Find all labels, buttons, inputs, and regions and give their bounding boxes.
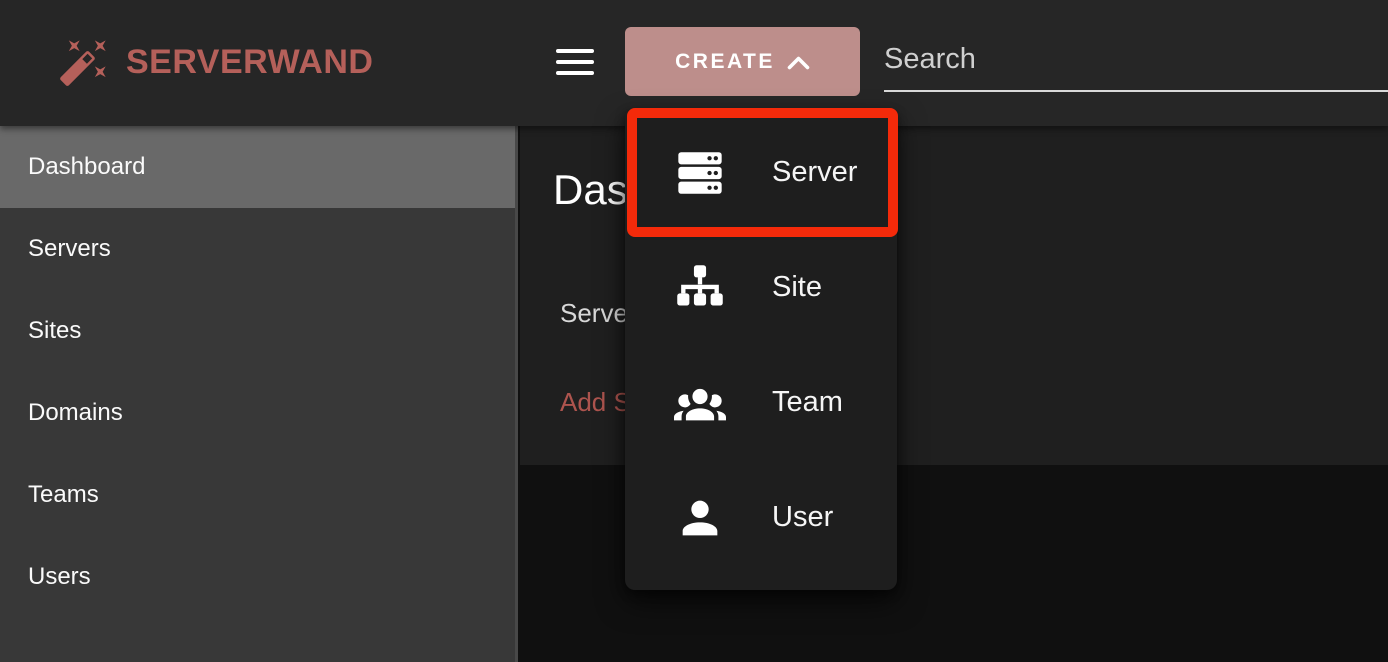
magic-wand-icon xyxy=(58,36,110,88)
top-header: SERVERWAND CREATE xyxy=(0,0,1388,126)
server-icon xyxy=(672,147,728,199)
create-button[interactable]: CREATE xyxy=(625,27,860,96)
sidebar-item-label: Domains xyxy=(28,399,123,427)
sidebar-item-label: Servers xyxy=(28,235,111,263)
menu-item-label: Team xyxy=(772,386,843,419)
search-input[interactable] xyxy=(884,28,1388,92)
menu-item-label: User xyxy=(772,501,833,534)
sidebar-item-domains[interactable]: Domains xyxy=(0,372,515,454)
sidebar-item-sites[interactable]: Sites xyxy=(0,290,515,372)
menu-item-label: Server xyxy=(772,156,857,189)
sidebar-item-dashboard[interactable]: Dashboard xyxy=(0,126,515,208)
menu-item-team[interactable]: Team xyxy=(625,345,897,460)
app-window: SERVERWAND CREATE Dashboard Servers Site… xyxy=(0,0,1388,662)
sidebar-item-label: Teams xyxy=(28,481,99,509)
menu-item-user[interactable]: User xyxy=(625,460,897,575)
sidebar-item-label: Users xyxy=(28,563,91,591)
sidebar-item-teams[interactable]: Teams xyxy=(0,454,515,536)
sidebar: Dashboard Servers Sites Domains Teams Us… xyxy=(0,126,518,662)
chevron-up-icon xyxy=(787,55,810,70)
sitemap-icon xyxy=(672,262,728,314)
logo-text: SERVERWAND xyxy=(126,43,373,82)
menu-item-site[interactable]: Site xyxy=(625,230,897,345)
team-icon xyxy=(672,377,728,429)
menu-item-server[interactable]: Server xyxy=(625,115,897,230)
sidebar-item-label: Dashboard xyxy=(28,153,145,181)
sidebar-item-servers[interactable]: Servers xyxy=(0,208,515,290)
logo[interactable]: SERVERWAND xyxy=(58,36,373,88)
sidebar-item-users[interactable]: Users xyxy=(0,536,515,618)
create-dropdown-menu: Server Site Team xyxy=(625,110,897,590)
user-icon xyxy=(672,492,728,544)
create-button-label: CREATE xyxy=(675,50,775,74)
hamburger-icon[interactable] xyxy=(556,49,594,75)
menu-item-label: Site xyxy=(772,271,822,304)
sidebar-item-label: Sites xyxy=(28,317,81,345)
